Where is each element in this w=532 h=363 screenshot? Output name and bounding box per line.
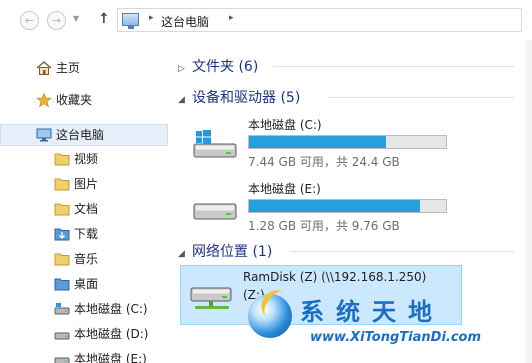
drive-usage-bar [248,135,447,149]
group-divider [290,251,514,252]
forward-button[interactable]: → [47,11,66,30]
navigation-bar: ← → ▼ ↑ ▸ 这台电脑 ▸ [0,0,532,40]
group-header-network[interactable]: ◢ 网络位置 (1) [178,241,514,261]
watermark-title: 系统天地 [300,298,444,326]
drive-icon [54,303,70,315]
this-pc-icon [36,128,52,142]
folder-icon [54,203,70,216]
home-icon [36,61,52,75]
folder-icon [54,278,70,291]
sidebar-item-label: 图片 [74,177,99,191]
sidebar-item-label: 本地磁盘 (D:) [74,327,149,341]
sidebar-item-label: 主页 [56,61,81,75]
drive-tile-c[interactable]: 本地磁盘 (C:) 7.44 GB 可用，共 24.4 GB [182,116,472,176]
site-watermark: 系统天地 www.XiTongTianDi.com [248,292,532,363]
drive-icon [54,332,70,340]
navigation-pane: 主页 收藏夹 这台电脑 视频 图片 文档 下载 音乐 桌面 本地磁盘 (C:) … [0,40,170,363]
sidebar-item-label: 本地磁盘 (E:) [74,352,147,363]
windows-drive-icon [193,130,237,158]
folder-icon [54,253,70,266]
sidebar-item-label: 这台电脑 [56,128,105,142]
drive-space-info: 7.44 GB 可用，共 24.4 GB [248,155,400,169]
drive-tile-e[interactable]: 本地磁盘 (E:) 1.28 GB 可用，共 9.76 GB [182,180,472,240]
folder-icon [54,228,70,241]
group-header-folders[interactable]: ▷ 文件夹 (6) [178,56,514,76]
globe-logo-icon [248,294,292,338]
network-drive-name: RamDisk (Z) (\\192.168.1.250) [243,270,427,284]
sidebar-item-label: 桌面 [74,277,99,291]
watermark-url: www.XiTongTianDi.com [310,330,482,345]
sidebar-item-label: 视频 [74,152,99,166]
group-label: 文件夹 (6) [192,59,259,75]
folder-icon [54,153,70,166]
up-button[interactable]: ↑ [98,11,110,27]
star-icon [36,93,52,107]
sidebar-item-label: 下载 [74,227,99,241]
drive-icon [193,203,237,220]
group-header-devices[interactable]: ◢ 设备和驱动器 (5) [178,87,514,107]
collapse-arrow-icon[interactable]: ◢ [178,95,192,105]
sidebar-item-label: 音乐 [74,252,99,266]
this-pc-icon [122,13,139,29]
drive-icon [54,357,70,363]
sidebar-item-label: 文档 [74,202,99,216]
recent-locations-dropdown[interactable]: ▼ [73,14,79,23]
network-drive-icon [190,287,232,309]
breadcrumb-this-pc[interactable]: 这台电脑 [161,13,209,30]
sidebar-item-label: 本地磁盘 (C:) [74,302,148,316]
group-divider [274,66,514,67]
drive-name: 本地磁盘 (E:) [248,182,321,196]
group-label: 设备和驱动器 (5) [192,90,301,106]
breadcrumb-separator[interactable]: ▸ [229,13,234,23]
back-button[interactable]: ← [20,11,39,30]
expand-arrow-icon[interactable]: ▷ [178,64,192,74]
drive-space-info: 1.28 GB 可用，共 9.76 GB [248,219,400,233]
sidebar-item-label: 收藏夹 [56,93,93,107]
breadcrumb-separator[interactable]: ▸ [149,13,154,23]
group-divider [328,97,514,98]
drive-usage-bar [248,199,447,213]
group-label: 网络位置 (1) [192,244,273,260]
drive-usage-fill [249,136,386,148]
drive-usage-fill [249,200,421,212]
collapse-arrow-icon[interactable]: ◢ [178,249,192,259]
folder-icon [54,178,70,191]
drive-name: 本地磁盘 (C:) [248,118,322,132]
address-bar[interactable]: ▸ 这台电脑 ▸ [117,8,522,32]
